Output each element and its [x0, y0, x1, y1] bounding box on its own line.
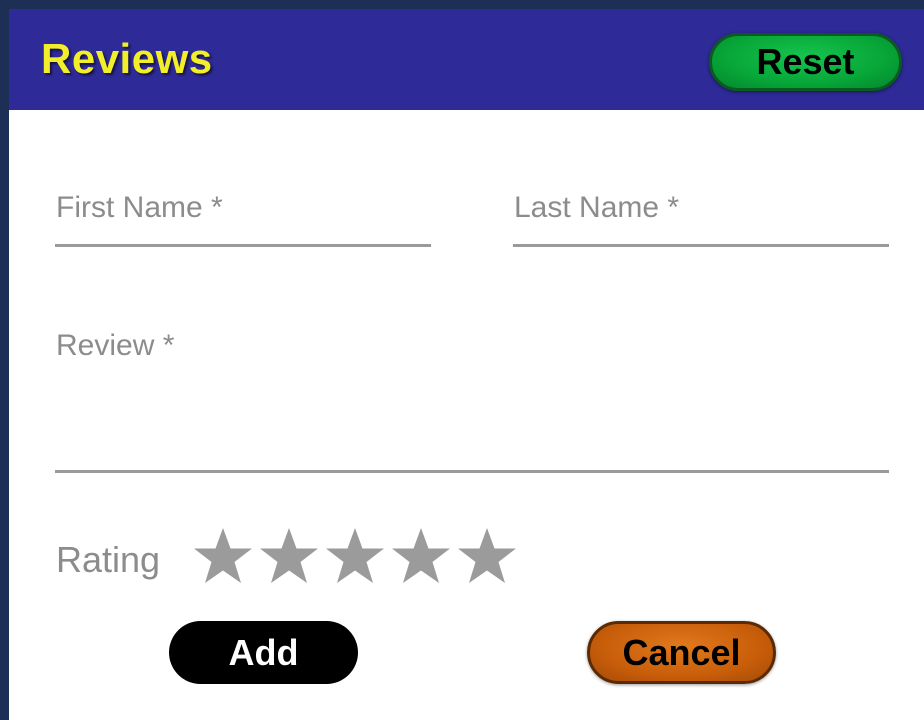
star-icon[interactable] [454, 525, 520, 591]
star-rating[interactable] [190, 525, 520, 591]
add-button[interactable]: Add [169, 621, 358, 684]
last-name-field[interactable]: Last Name * [514, 191, 679, 225]
star-icon[interactable] [190, 525, 256, 591]
review-underline [55, 470, 889, 473]
star-icon[interactable] [256, 525, 322, 591]
cancel-button[interactable]: Cancel [587, 621, 776, 684]
header-bar: Reviews Reset [9, 9, 924, 110]
first-name-underline [55, 244, 431, 247]
reviews-panel: Reviews Reset First Name * Last Name * R… [0, 0, 924, 720]
star-icon[interactable] [322, 525, 388, 591]
first-name-field[interactable]: First Name * [56, 191, 223, 225]
rating-label: Rating [56, 539, 161, 580]
reset-button[interactable]: Reset [709, 33, 902, 91]
review-field[interactable]: Review * [56, 329, 174, 363]
page-title: Reviews [41, 35, 213, 82]
last-name-underline [513, 244, 889, 247]
star-icon[interactable] [388, 525, 454, 591]
